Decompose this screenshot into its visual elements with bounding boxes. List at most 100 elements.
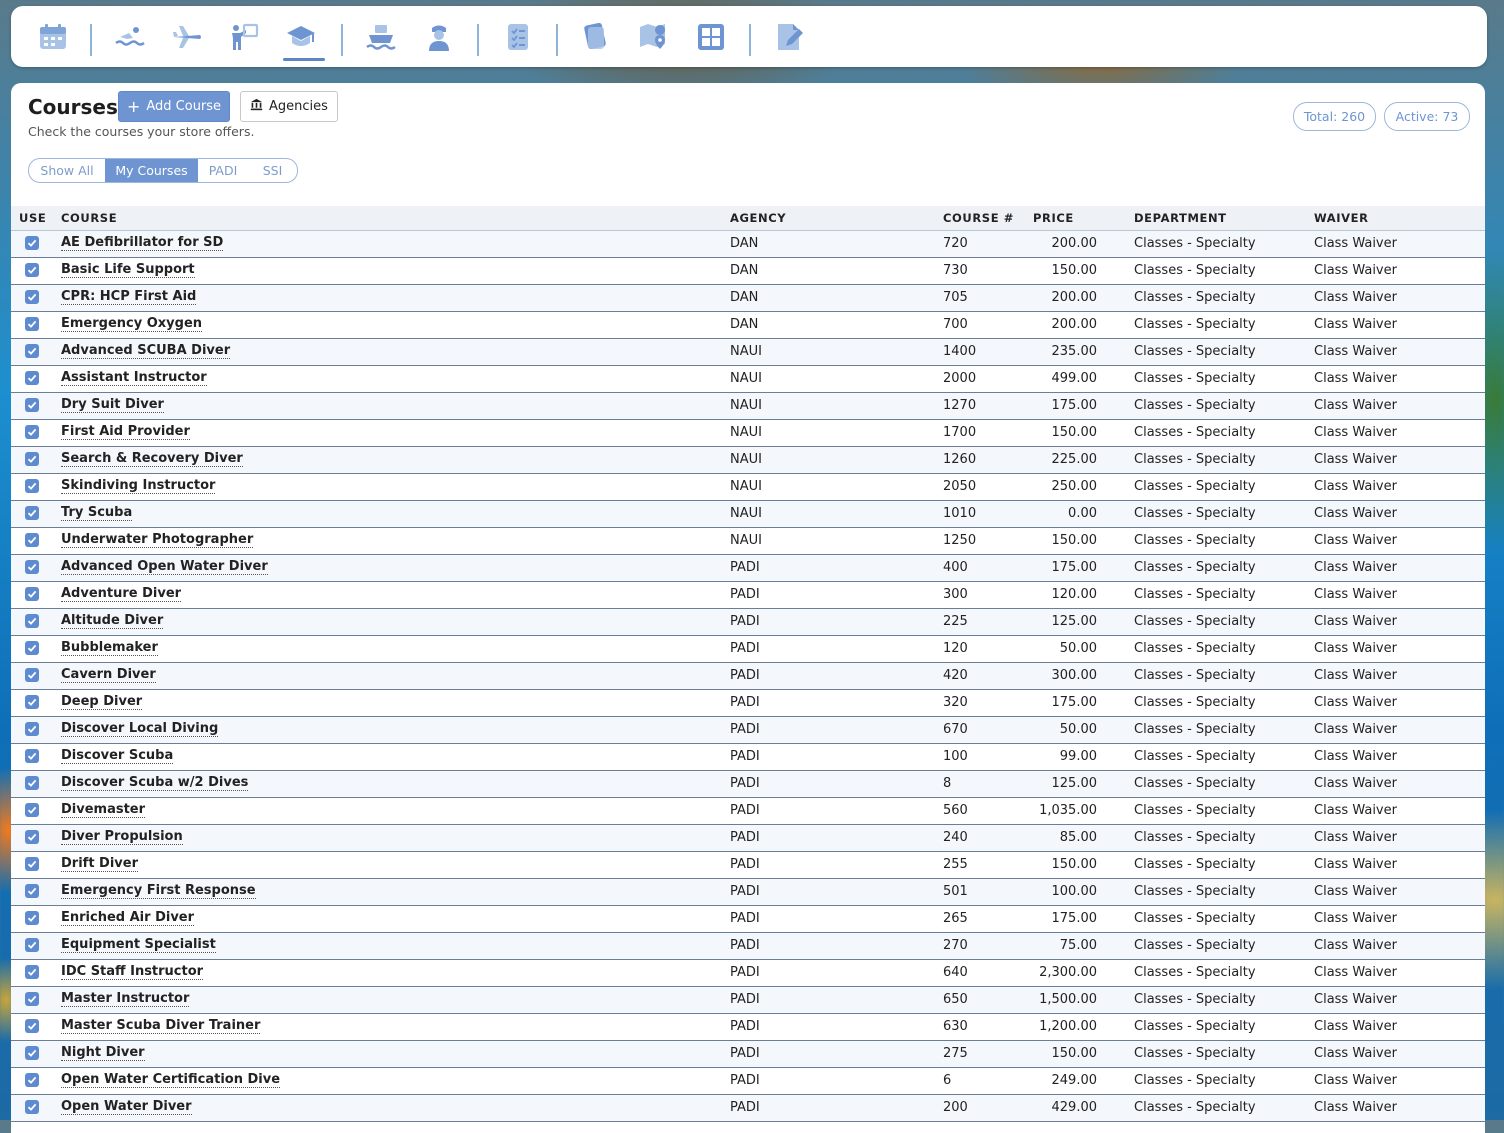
course-name-link[interactable]: Try Scuba [61,506,133,521]
col-use[interactable]: USE [19,211,46,225]
filter-my-courses[interactable]: My Courses [105,159,198,182]
table-row[interactable]: Discover Scuba w/2 Dives PADI 8 125.00 Class… [11,771,1485,798]
boat-icon[interactable] [363,19,399,55]
captain-icon[interactable] [421,19,457,55]
course-name-link[interactable]: Assistant Instructor [61,371,207,386]
table-row[interactable]: Enriched Air Diver PADI 265 175.00 Classes -… [11,906,1485,933]
course-name-link[interactable]: Night Diver [61,1046,145,1061]
course-name-link[interactable]: Altitude Diver [61,614,164,629]
use-checkbox[interactable] [25,911,39,925]
use-checkbox[interactable] [25,452,39,466]
course-name-link[interactable]: Dry Suit Diver [61,398,164,413]
table-row[interactable]: Open Water Diver PADI 200 429.00 Classes - S… [11,1095,1485,1122]
course-name-link[interactable]: Adventure Diver [61,587,182,602]
use-checkbox[interactable] [25,614,39,628]
use-checkbox[interactable] [25,371,39,385]
use-checkbox[interactable] [25,344,39,358]
course-name-link[interactable]: IDC Staff Instructor [61,965,204,980]
table-row[interactable]: AE Defibrillator for SD DAN 720 200.00 Class… [11,231,1485,258]
table-row[interactable]: CPR: HCP First Aid DAN 705 200.00 Classes - … [11,285,1485,312]
col-price[interactable]: PRICE [1033,211,1074,225]
course-name-link[interactable]: Discover Scuba w/2 Dives [61,776,249,791]
col-department[interactable]: DEPARTMENT [1134,211,1227,225]
calendar-icon[interactable] [35,19,71,55]
use-checkbox[interactable] [25,1046,39,1060]
use-checkbox[interactable] [25,236,39,250]
table-row[interactable]: Basic Life Support DAN 730 150.00 Classes - … [11,258,1485,285]
table-row[interactable]: Deep Diver PADI 320 175.00 Classes - Special… [11,690,1485,717]
course-name-link[interactable]: Bubblemaker [61,641,158,656]
course-name-link[interactable]: Cavern Diver [61,668,156,683]
course-name-link[interactable]: Enriched Air Diver [61,911,195,926]
use-checkbox[interactable] [25,749,39,763]
graduation-cap-icon[interactable] [283,19,319,55]
course-name-link[interactable]: Open Water Certification Dive [61,1073,281,1088]
add-course-button[interactable]: + Add Course [118,91,230,122]
table-row[interactable]: Underwater Photographer NAUI 1250 150.00 Cla… [11,528,1485,555]
table-row[interactable]: Dry Suit Diver NAUI 1270 175.00 Classes - Sp… [11,393,1485,420]
course-name-link[interactable]: Diver Propulsion [61,830,183,845]
table-row[interactable]: Master Scuba Diver Trainer PADI 630 1,200.0… [11,1014,1485,1041]
course-name-link[interactable]: Emergency Oxygen [61,317,203,332]
checklist-icon[interactable] [500,19,536,55]
use-checkbox[interactable] [25,1100,39,1114]
use-checkbox[interactable] [25,803,39,817]
use-checkbox[interactable] [25,938,39,952]
table-row[interactable]: Open Water Certification Dive PADI 6 249.00… [11,1068,1485,1095]
use-checkbox[interactable] [25,695,39,709]
use-checkbox[interactable] [25,479,39,493]
swimmer-icon[interactable] [112,19,148,55]
table-row[interactable]: Discover Scuba PADI 100 99.00 Classes - Spec… [11,744,1485,771]
use-checkbox[interactable] [25,317,39,331]
cards-icon[interactable] [577,19,613,55]
filter-ssi[interactable]: SSI [248,159,297,182]
table-row[interactable]: Advanced SCUBA Diver NAUI 1400 235.00 Classe… [11,339,1485,366]
use-checkbox[interactable] [25,857,39,871]
table-row[interactable]: Assistant Instructor NAUI 2000 499.00 Classe… [11,366,1485,393]
table-row[interactable]: Search & Recovery Diver NAUI 1260 225.00 Cla… [11,447,1485,474]
document-edit-icon[interactable] [771,19,807,55]
course-name-link[interactable]: Deep Diver [61,695,143,710]
use-checkbox[interactable] [25,587,39,601]
table-row[interactable]: Try Scuba NAUI 1010 0.00 Classes - Specialty… [11,501,1485,528]
use-checkbox[interactable] [25,506,39,520]
use-checkbox[interactable] [25,830,39,844]
course-name-link[interactable]: Basic Life Support [61,263,195,278]
col-agency[interactable]: AGENCY [730,211,786,225]
course-name-link[interactable]: Open Water Diver [61,1100,192,1115]
use-checkbox[interactable] [25,1019,39,1033]
course-name-link[interactable]: Discover Scuba [61,749,174,764]
course-name-link[interactable]: Drift Diver [61,857,139,872]
table-row[interactable]: Altitude Diver PADI 225 125.00 Classes - Spe… [11,609,1485,636]
table-row[interactable]: IDC Staff Instructor PADI 640 2,300.00 Class… [11,960,1485,987]
course-name-link[interactable]: Advanced SCUBA Diver [61,344,231,359]
table-row[interactable]: Advanced Open Water Diver PADI 400 175.00 Cl… [11,555,1485,582]
airplane-icon[interactable] [169,19,205,55]
col-course[interactable]: COURSE [61,211,117,225]
course-name-link[interactable]: Underwater Photographer [61,533,254,548]
use-checkbox[interactable] [25,722,39,736]
use-checkbox[interactable] [25,560,39,574]
course-name-link[interactable]: AE Defibrillator for SD [61,236,224,251]
course-name-link[interactable]: CPR: HCP First Aid [61,290,197,305]
map-pin-icon[interactable] [635,19,671,55]
course-name-link[interactable]: Equipment Specialist [61,938,216,953]
use-checkbox[interactable] [25,965,39,979]
col-course-number[interactable]: COURSE # [943,211,1014,225]
instructor-icon[interactable] [226,19,262,55]
table-row[interactable]: Drift Diver PADI 255 150.00 Classes - Specia… [11,852,1485,879]
use-checkbox[interactable] [25,533,39,547]
course-name-link[interactable]: Master Instructor [61,992,190,1007]
course-name-link[interactable]: Search & Recovery Diver [61,452,243,467]
use-checkbox[interactable] [25,884,39,898]
table-row[interactable]: Emergency First Response PADI 501 100.00 Cla… [11,879,1485,906]
course-name-link[interactable]: Emergency First Response [61,884,256,899]
course-name-link[interactable]: Master Scuba Diver Trainer [61,1019,261,1034]
course-name-link[interactable]: Discover Local Diving [61,722,219,737]
table-row[interactable]: Bubblemaker PADI 120 50.00 Classes - Special… [11,636,1485,663]
table-row[interactable]: Cavern Diver PADI 420 300.00 Classes - Speci… [11,663,1485,690]
use-checkbox[interactable] [25,425,39,439]
agencies-button[interactable]: Agencies [240,91,338,122]
course-name-link[interactable]: First Aid Provider [61,425,190,440]
use-checkbox[interactable] [25,1073,39,1087]
